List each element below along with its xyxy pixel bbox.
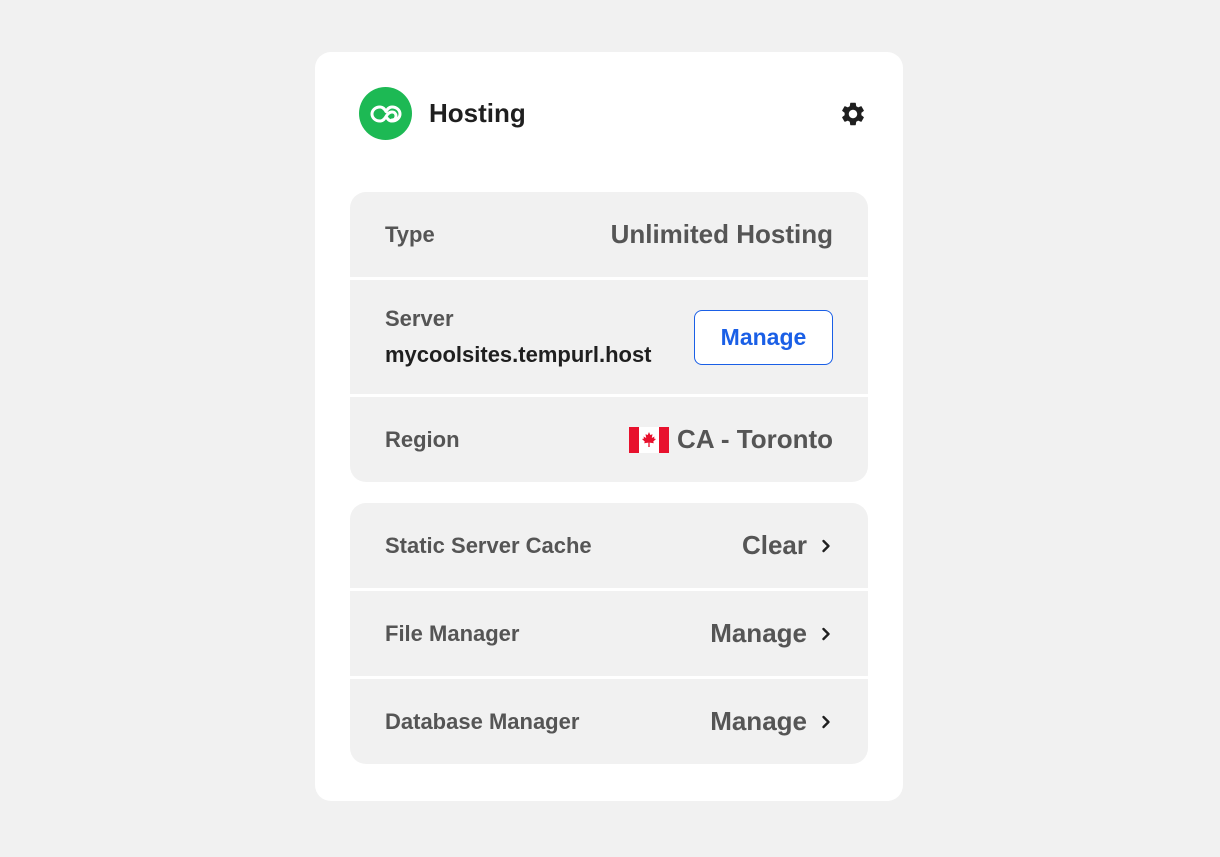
chevron-right-icon (819, 539, 833, 553)
page-title: Hosting (429, 98, 526, 128)
hosting-card: Hosting Type Unlimited Hosting Server my… (315, 52, 903, 801)
tool-label: Static Server Cache (385, 532, 592, 558)
chevron-right-icon (819, 715, 833, 729)
type-label: Type (385, 221, 435, 247)
clear-cache-action[interactable]: Clear (742, 530, 833, 561)
details-panel: Type Unlimited Hosting Server mycoolsite… (350, 192, 868, 482)
chevron-right-icon (819, 627, 833, 641)
region-value-group: CA - Toronto (629, 424, 833, 455)
gear-icon[interactable] (838, 99, 868, 129)
region-label: Region (385, 426, 460, 452)
tool-action-label: Clear (741, 530, 807, 560)
tool-label: Database Manager (385, 708, 580, 734)
cloud-link-icon (359, 87, 412, 140)
type-value: Unlimited Hosting (610, 219, 833, 249)
server-row: Server mycoolsites.tempurl.host Manage (350, 280, 868, 397)
type-row: Type Unlimited Hosting (350, 192, 868, 280)
server-label: Server (385, 306, 454, 331)
tools-panel: Static Server Cache Clear File Manager M… (350, 503, 868, 764)
region-row: Region CA - Toronto (350, 397, 868, 482)
tool-action-label: Manage (710, 706, 807, 736)
database-manager-row[interactable]: Database Manager Manage (350, 679, 868, 764)
static-cache-row[interactable]: Static Server Cache Clear (350, 503, 868, 591)
server-info: Server mycoolsites.tempurl.host (385, 306, 652, 368)
manage-server-button[interactable]: Manage (694, 309, 833, 365)
database-manager-action[interactable]: Manage (710, 706, 833, 737)
region-value: CA - Toronto (677, 424, 833, 454)
file-manager-row[interactable]: File Manager Manage (350, 591, 868, 679)
card-header: Hosting (359, 87, 868, 140)
server-host: mycoolsites.tempurl.host (385, 342, 652, 367)
tool-label: File Manager (385, 620, 520, 646)
canada-flag-icon (629, 426, 670, 453)
tool-action-label: Manage (710, 618, 807, 648)
file-manager-action[interactable]: Manage (710, 618, 833, 649)
